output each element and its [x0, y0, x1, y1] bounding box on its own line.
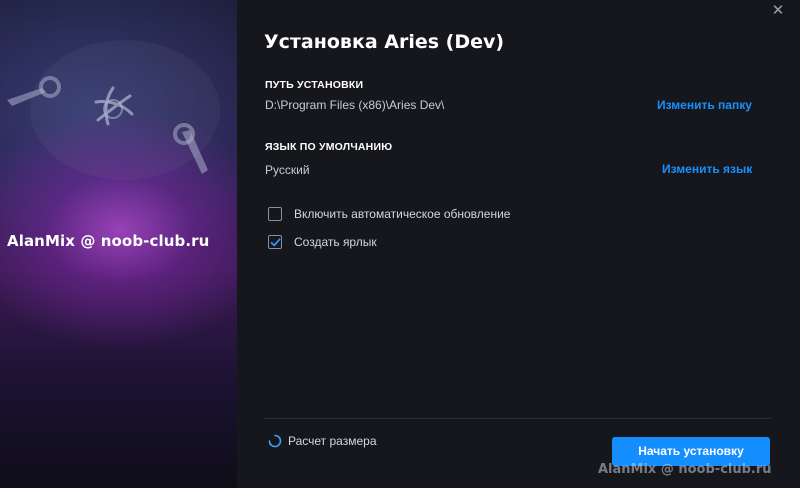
auto-update-option[interactable]: Включить автоматическое обновление — [268, 205, 510, 223]
default-language-value: Русский — [265, 163, 310, 177]
hero-artwork-panel: AlanMix @ noob-club.ru — [0, 0, 237, 488]
default-language-label: ЯЗЫК ПО УМОЛЧАНИЮ — [265, 141, 393, 153]
checkmark-icon — [270, 238, 281, 247]
close-icon[interactable]: ✕ — [770, 3, 786, 19]
size-calculation-status: Расчет размера — [268, 434, 377, 448]
install-path-label: ПУТЬ УСТАНОВКИ — [265, 79, 364, 91]
battlenet-logo-icon — [94, 86, 134, 126]
create-shortcut-checkbox[interactable] — [268, 235, 282, 249]
auto-update-checkbox[interactable] — [268, 207, 282, 221]
installer-window: AlanMix @ noob-club.ru ✕ Установка Aries… — [0, 0, 800, 488]
hero-watermark-text: AlanMix @ noob-club.ru — [7, 232, 210, 250]
install-path-value: D:\Program Files (x86)\Aries Dev\ — [265, 98, 445, 112]
footer-divider — [264, 418, 771, 419]
auto-update-label: Включить автоматическое обновление — [294, 207, 511, 221]
create-shortcut-option[interactable]: Создать ярлык — [268, 233, 377, 251]
create-shortcut-label: Создать ярлык — [294, 235, 377, 249]
change-folder-link[interactable]: Изменить папку — [657, 98, 752, 112]
wrench-icon — [7, 76, 61, 106]
wrench-icon — [173, 123, 208, 174]
size-calculation-text: Расчет размера — [288, 434, 377, 448]
footer-watermark-text: AlanMix @ noob-club.ru — [598, 462, 772, 477]
page-title: Установка Aries (Dev) — [264, 31, 505, 53]
change-language-link[interactable]: Изменить язык — [662, 162, 752, 176]
loading-spinner-icon — [268, 434, 282, 448]
